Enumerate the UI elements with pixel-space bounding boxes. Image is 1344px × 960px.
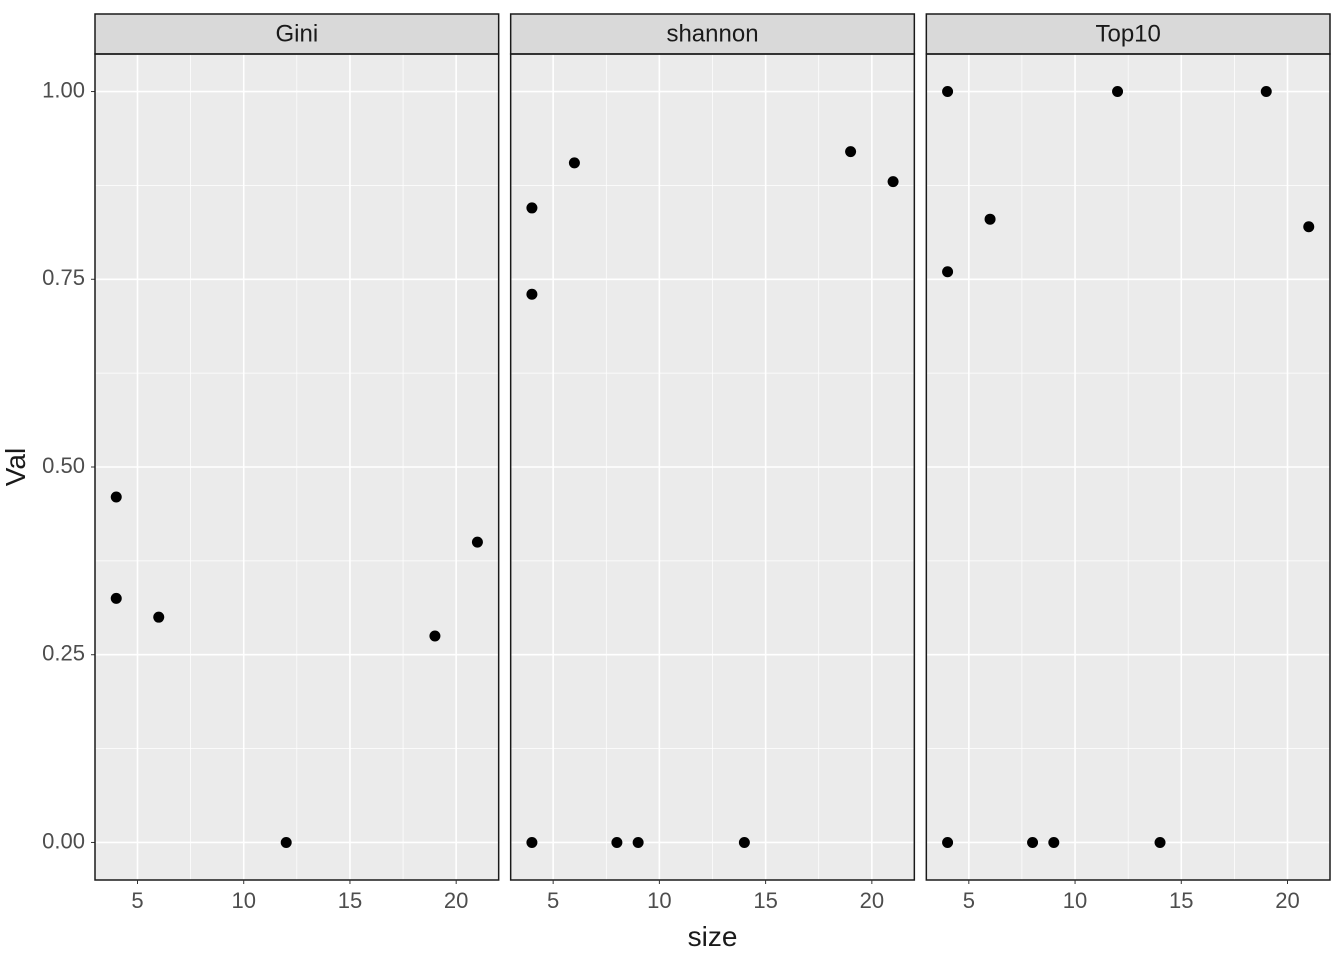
data-point: [281, 837, 292, 848]
y-axis-title: Val: [0, 448, 31, 486]
x-tick-label: 10: [1063, 888, 1087, 913]
data-point: [942, 86, 953, 97]
data-point: [153, 612, 164, 623]
data-point: [611, 837, 622, 848]
facet-label: Gini: [275, 21, 318, 48]
data-point: [739, 837, 750, 848]
data-point: [1112, 86, 1123, 97]
x-tick-label: 20: [1275, 888, 1299, 913]
x-tick-label: 5: [131, 888, 143, 913]
data-point: [1155, 837, 1166, 848]
data-point: [942, 837, 953, 848]
data-point: [1261, 86, 1272, 97]
data-point: [526, 289, 537, 300]
facet-label: Top10: [1095, 21, 1160, 48]
x-tick-label: 5: [547, 888, 559, 913]
x-tick-label: 10: [231, 888, 255, 913]
facet-label: shannon: [666, 21, 758, 48]
data-point: [1027, 837, 1038, 848]
faceted-scatter-chart: 0.00 0.25 0.50 0.75 1.00 Val size Gini 5 10 15 20 sh…: [0, 0, 1344, 960]
y-tick-label: 0.50: [42, 453, 85, 478]
data-point: [569, 157, 580, 168]
data-point: [1048, 837, 1059, 848]
data-point: [429, 630, 440, 641]
y-tick-label: 0.00: [42, 828, 85, 853]
chart-svg: 0.00 0.25 0.50 0.75 1.00 Val size Gini 5 10 15 20 sh…: [0, 0, 1344, 960]
data-point: [472, 537, 483, 548]
x-axis-title: size: [688, 921, 738, 952]
data-point: [1303, 221, 1314, 232]
data-point: [845, 146, 856, 157]
y-tick-label: 1.00: [42, 77, 85, 102]
data-point: [526, 202, 537, 213]
data-point: [633, 837, 644, 848]
x-tick-label: 20: [444, 888, 468, 913]
y-tick-label: 0.75: [42, 265, 85, 290]
x-tick-label: 15: [1169, 888, 1193, 913]
data-point: [526, 837, 537, 848]
data-point: [985, 214, 996, 225]
x-tick-label: 20: [860, 888, 884, 913]
data-point: [111, 492, 122, 503]
x-tick-label: 10: [647, 888, 671, 913]
data-point: [942, 266, 953, 277]
data-point: [111, 593, 122, 604]
x-tick-label: 5: [963, 888, 975, 913]
data-point: [888, 176, 899, 187]
x-tick-label: 15: [753, 888, 777, 913]
y-tick-label: 0.25: [42, 641, 85, 666]
x-tick-label: 15: [338, 888, 362, 913]
